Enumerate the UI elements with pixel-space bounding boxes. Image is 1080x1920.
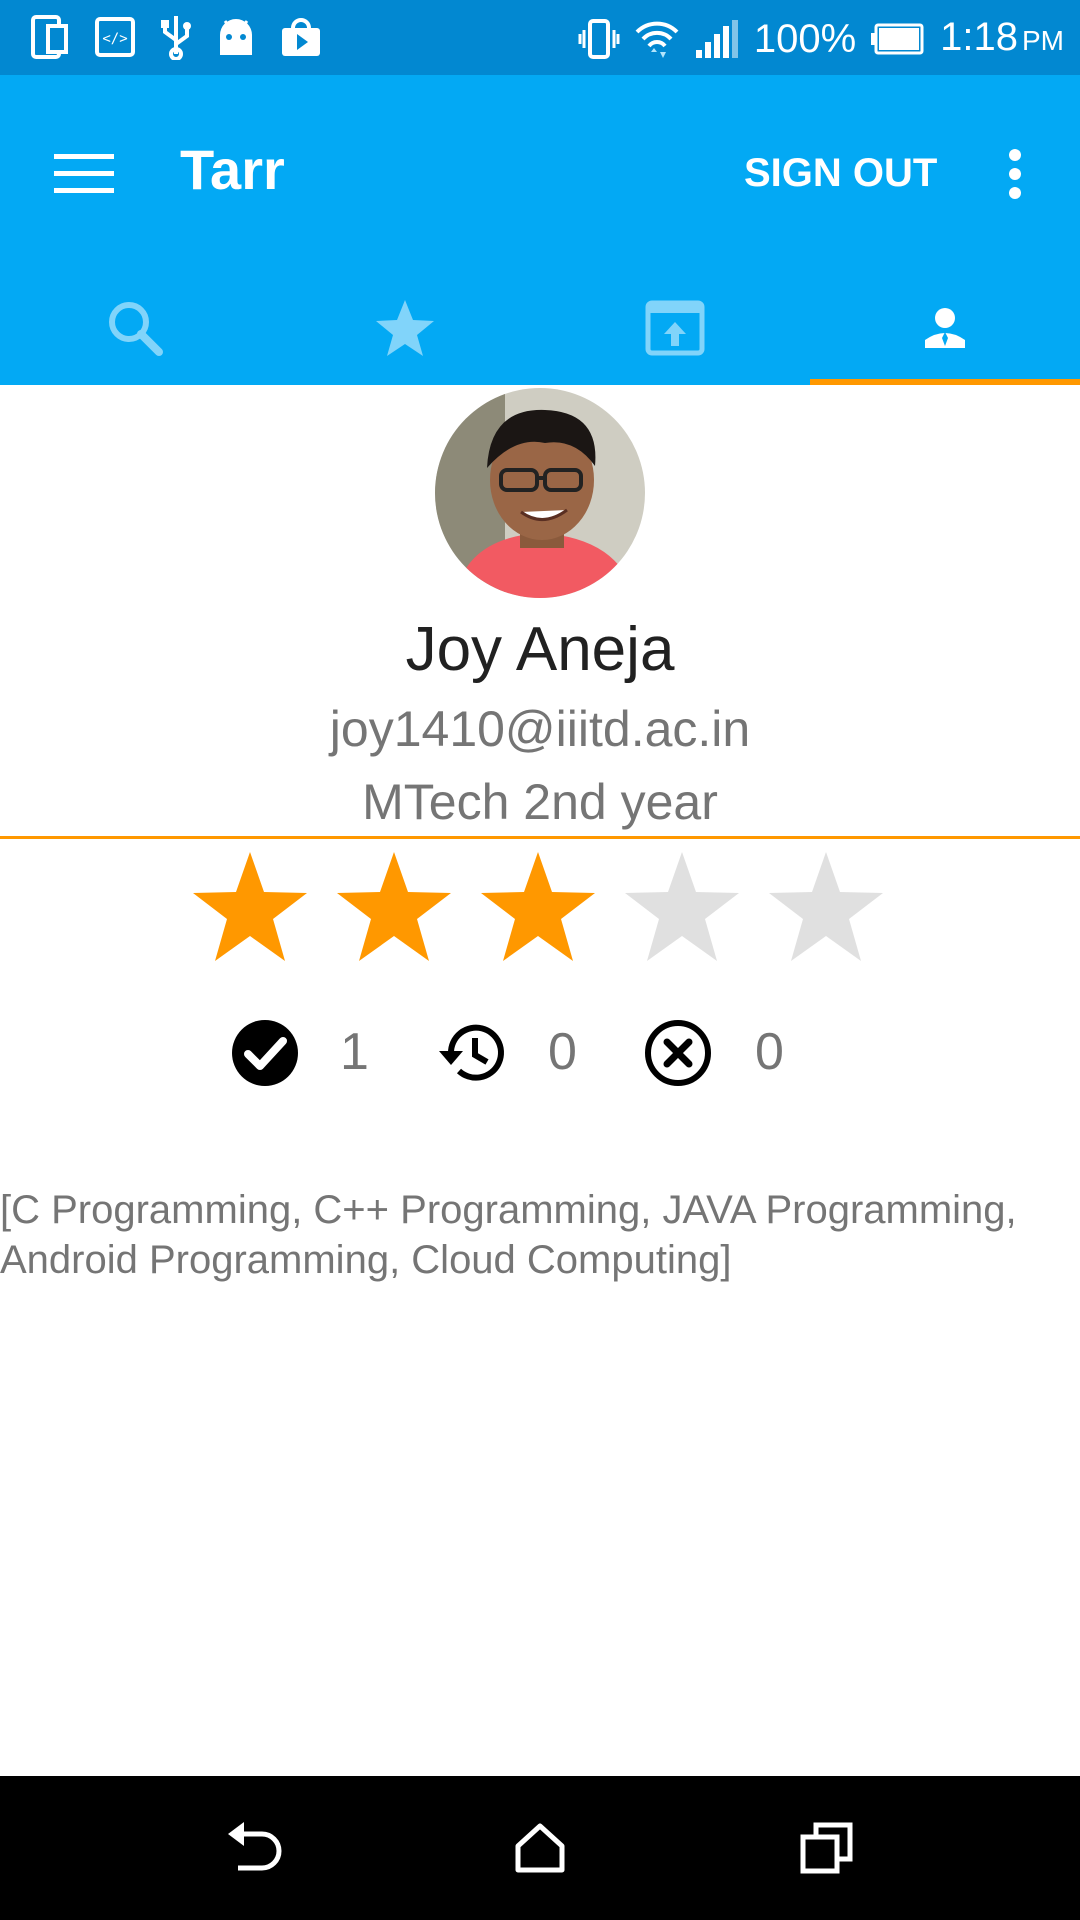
tab-favorites[interactable] <box>270 270 540 385</box>
play-store-icon <box>282 18 320 56</box>
rating-bar[interactable] <box>190 848 890 973</box>
star-filled-icon[interactable] <box>334 848 454 968</box>
menu-button[interactable] <box>40 130 128 218</box>
overflow-menu-button[interactable] <box>980 130 1050 218</box>
recents-icon <box>800 1822 853 1874</box>
history-icon <box>439 1024 504 1081</box>
tab-search[interactable] <box>0 270 270 385</box>
clock: 1:18 PM <box>940 12 1064 66</box>
tab-share[interactable] <box>540 270 810 385</box>
tab-profile[interactable] <box>810 270 1080 385</box>
star-empty-icon[interactable] <box>766 848 886 968</box>
tab-bar <box>0 270 1080 385</box>
vibrate-icon <box>578 19 620 59</box>
svg-text:</>: </> <box>102 31 127 47</box>
profile-name: Joy Aneja <box>405 615 675 684</box>
back-icon <box>228 1822 282 1871</box>
share-screen-icon <box>645 300 705 355</box>
completed-count: 1 <box>340 1023 369 1081</box>
skills-list: [C Programming, C++ Programming, JAVA Pr… <box>0 1188 1017 1282</box>
avatar-photo <box>435 388 645 598</box>
notification-icons: </> <box>30 14 322 60</box>
sign-out-button[interactable]: SIGN OUT <box>730 133 951 213</box>
star-icon <box>376 299 434 356</box>
android-icon <box>220 19 252 55</box>
pending-count: 0 <box>548 1023 577 1081</box>
hamburger-menu-icon <box>54 154 114 193</box>
usb-icon <box>161 16 191 60</box>
phone-screen-icon <box>31 15 68 59</box>
battery-percent: 100% <box>753 17 857 61</box>
home-icon <box>515 1823 565 1873</box>
status-bar: </> 100% 1:18 PM <box>0 0 1080 75</box>
avatar <box>435 388 645 598</box>
stats-row: 1 0 0 <box>0 1010 1080 1090</box>
app-title: Tarr <box>180 138 285 201</box>
profile-year: MTech 2nd year <box>362 774 718 830</box>
home-button[interactable] <box>490 1798 590 1898</box>
system-status: 100% 1:18 PM <box>578 12 1064 66</box>
star-filled-icon[interactable] <box>478 848 598 968</box>
more-vert-icon <box>1009 149 1021 199</box>
divider <box>0 836 1080 839</box>
rejected-count: 0 <box>755 1023 784 1081</box>
clock-ampm: PM <box>1022 25 1064 56</box>
check-circle-icon <box>232 1020 298 1086</box>
clock-time: 1:18 <box>940 15 1018 59</box>
back-button[interactable] <box>204 1798 304 1898</box>
app-bar: Tarr SIGN OUT <box>0 75 1080 385</box>
profile-icon <box>925 307 965 348</box>
star-filled-icon[interactable] <box>190 848 310 968</box>
code-icon: </> <box>95 17 135 57</box>
signal-icon <box>695 20 738 58</box>
cancel-circle-icon <box>645 1020 711 1086</box>
wifi-icon <box>635 21 679 58</box>
navigation-bar <box>0 1776 1080 1920</box>
active-tab-indicator <box>810 379 1080 385</box>
recents-button[interactable] <box>777 1798 877 1898</box>
star-empty-icon[interactable] <box>622 848 742 968</box>
search-icon <box>109 301 163 356</box>
battery-icon <box>871 23 924 55</box>
profile-email: joy1410@iiitd.ac.in <box>329 701 751 757</box>
